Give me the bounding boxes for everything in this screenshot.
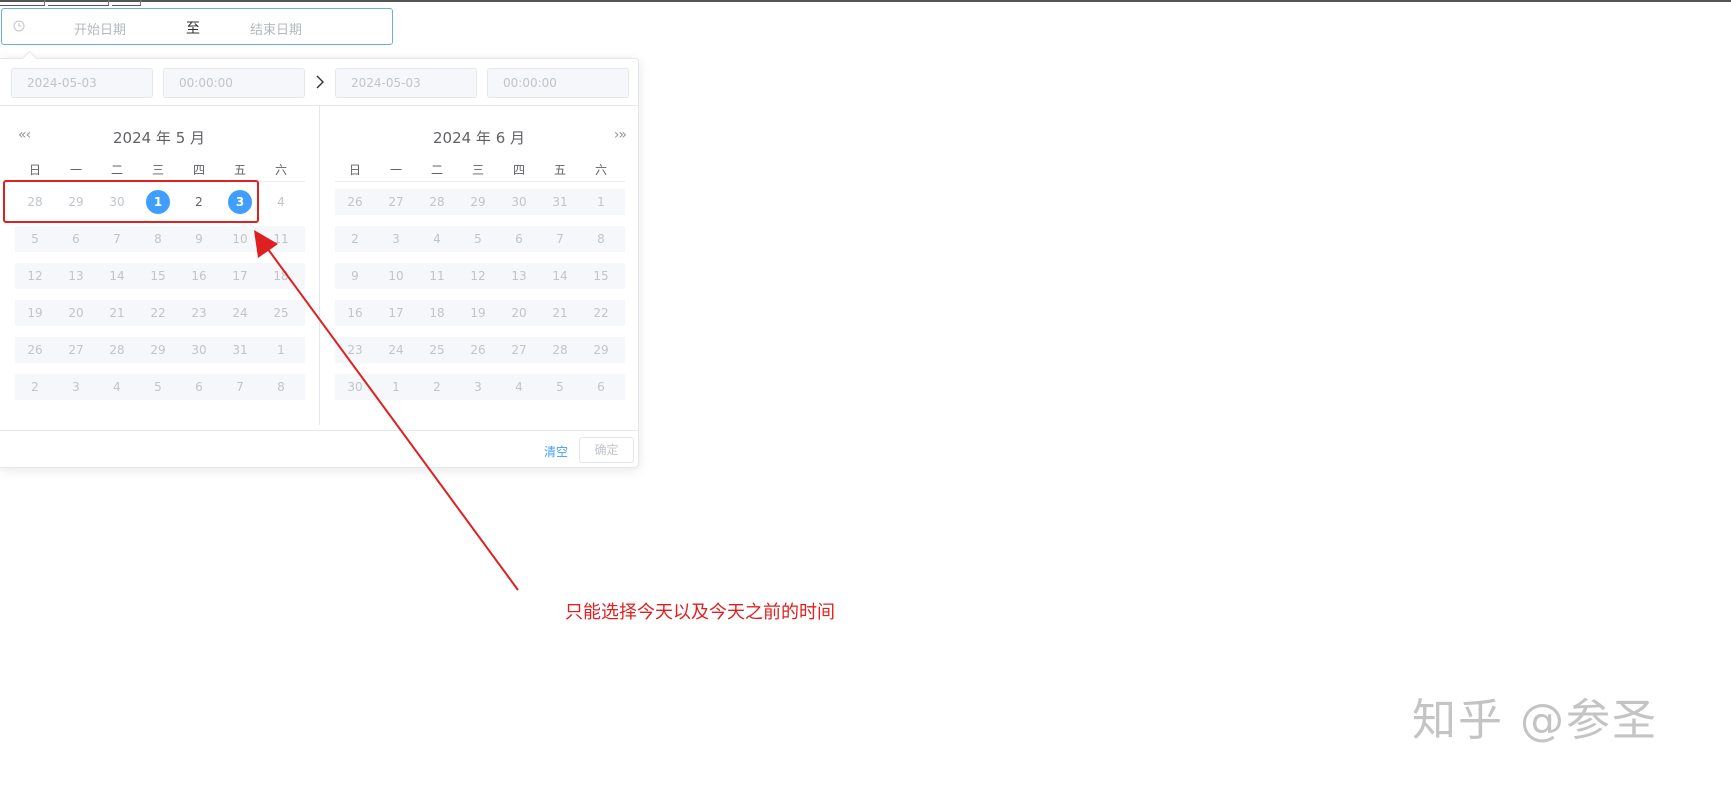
annotation-text: 只能选择今天以及今天之前的时间 [565, 602, 835, 623]
watermark-text: 知乎 @参圣 [1412, 695, 1658, 746]
annotation-arrow [254, 230, 519, 591]
